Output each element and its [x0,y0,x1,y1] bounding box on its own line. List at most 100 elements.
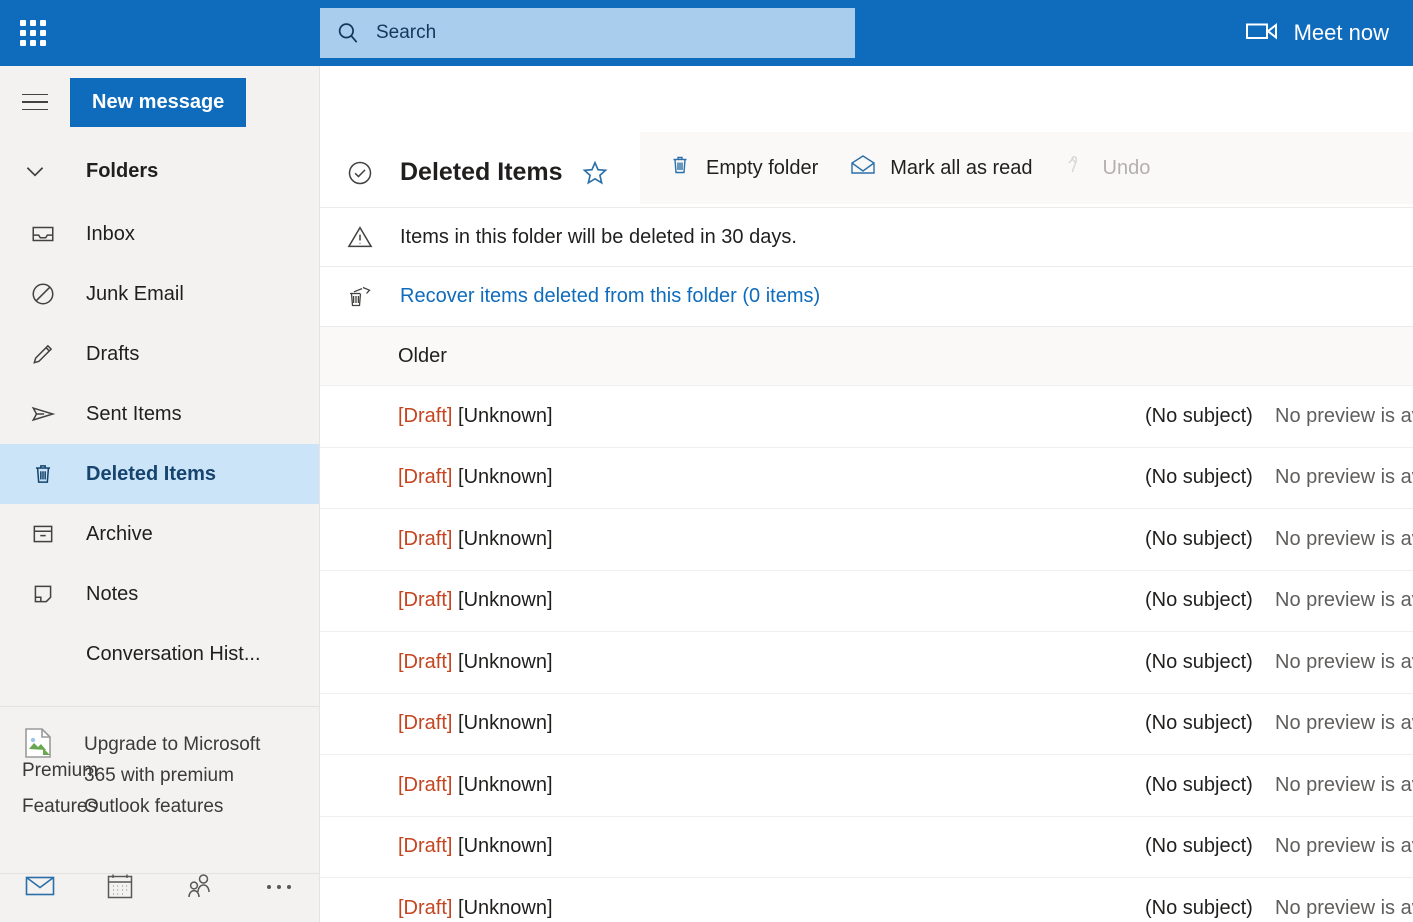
sender-name: [Unknown] [458,405,553,427]
table-row[interactable]: [Draft] [Unknown] (No subject) No previe… [320,509,1413,571]
message-preview: No preview is available. [1275,405,1413,428]
recover-trash-icon [320,283,400,311]
sidebar-item-label: Inbox [86,223,135,246]
recover-items-link[interactable]: Recover items deleted from this folder (… [400,285,820,308]
message-preview: No preview is available. [1275,589,1413,612]
new-message-button[interactable]: New message [70,78,246,127]
check-circle-icon[interactable] [320,159,400,187]
nav-calendar-button[interactable] [80,854,160,922]
sidebar-item-label: Sent Items [86,403,182,426]
new-message-row: New message [0,66,319,138]
message-preview: No preview is available. [1275,651,1413,674]
mail-icon [25,874,55,903]
message-preview: No preview is available. [1275,712,1413,735]
trash-icon [668,153,692,183]
nav-mail-button[interactable] [0,854,80,922]
sidebar-item-inbox[interactable]: Inbox [0,204,319,264]
note-icon [0,581,86,607]
sidebar-item-deleted-items[interactable]: Deleted Items [0,444,319,504]
message-subject: (No subject) [1145,651,1253,674]
table-row[interactable]: [Draft] [Unknown] (No subject) No previe… [320,386,1413,448]
table-row[interactable]: [Draft] [Unknown] (No subject) No previe… [320,755,1413,817]
table-row[interactable]: [Draft] [Unknown] (No subject) No previe… [320,878,1413,922]
undo-arrow-icon [1065,153,1089,183]
draft-badge: [Draft] [398,405,452,427]
undo-label: Undo [1103,157,1151,180]
sidebar-item-label: Deleted Items [86,463,216,486]
meet-now-button[interactable]: Meet now [1236,0,1399,66]
table-row[interactable]: [Draft] [Unknown] (No subject) No previe… [320,817,1413,879]
table-row[interactable]: [Draft] [Unknown] (No subject) No previe… [320,694,1413,756]
hamburger-menu-icon[interactable] [22,88,50,116]
search-box[interactable] [320,8,855,58]
folders-label: Folders [86,160,158,183]
warning-triangle-icon [320,223,400,251]
message-sender: [Draft] [Unknown] [398,835,553,858]
message-preview: No preview is available. [1275,528,1413,551]
message-preview: No preview is available. [1275,466,1413,489]
command-toolbar: Empty folder Mark all as read Undo [640,132,1413,204]
app-launcher-button[interactable] [0,0,66,66]
trash-icon [0,461,86,487]
page-title: Deleted Items [400,158,563,187]
retention-notice-row: Items in this folder will be deleted in … [320,208,1413,267]
folders-section-header[interactable]: Folders [0,138,319,204]
sidebar-bottom-nav [0,854,319,922]
sidebar-item-notes[interactable]: Notes [0,564,319,624]
mark-all-read-button[interactable]: Mark all as read [836,144,1046,192]
nav-more-button[interactable] [239,854,319,922]
sidebar-item-label: Drafts [86,343,139,366]
table-row[interactable]: [Draft] [Unknown] (No subject) No previe… [320,571,1413,633]
table-row[interactable]: [Draft] [Unknown] (No subject) No previe… [320,448,1413,510]
sender-name: [Unknown] [458,528,553,550]
message-subject: (No subject) [1145,835,1253,858]
empty-folder-label: Empty folder [706,157,818,180]
sidebar-item-conversation-history[interactable]: Conversation Hist... [0,624,319,684]
sender-name: [Unknown] [458,774,553,796]
message-group-header: Older [320,327,1413,386]
search-input[interactable] [376,8,855,58]
message-preview: No preview is available. [1275,835,1413,858]
sidebar-item-label: Conversation Hist... [86,643,261,666]
calendar-icon [106,872,134,905]
nav-people-button[interactable] [160,854,240,922]
ellipsis-icon [264,879,294,897]
table-row[interactable]: [Draft] [Unknown] (No subject) No previe… [320,632,1413,694]
meet-now-label: Meet now [1294,20,1389,46]
sidebar-item-archive[interactable]: Archive [0,504,319,564]
sidebar-item-label: Archive [86,523,153,546]
inbox-icon [0,221,86,247]
sender-name: [Unknown] [458,897,553,919]
group-label: Older [398,345,447,368]
message-sender: [Draft] [Unknown] [398,528,553,551]
sidebar-item-sent-items[interactable]: Sent Items [0,384,319,444]
mark-all-read-label: Mark all as read [890,157,1032,180]
message-sender: [Draft] [Unknown] [398,712,553,735]
main-pane: Empty folder Mark all as read Undo [320,66,1413,922]
send-icon [0,401,86,427]
message-sender: [Draft] [Unknown] [398,651,553,674]
pencil-icon [0,341,86,367]
message-subject: (No subject) [1145,774,1253,797]
undo-button: Undo [1051,144,1165,192]
recover-items-row[interactable]: Recover items deleted from this folder (… [320,267,1413,327]
draft-badge: [Draft] [398,528,452,550]
envelope-open-icon [850,153,876,183]
draft-badge: [Draft] [398,712,452,734]
sidebar-item-junk-email[interactable]: Junk Email [0,264,319,324]
empty-folder-button[interactable]: Empty folder [654,144,832,192]
top-header-bar: Meet now [0,0,1413,66]
star-outline-icon[interactable] [581,159,609,187]
sidebar-item-drafts[interactable]: Drafts [0,324,319,384]
retention-notice-text: Items in this folder will be deleted in … [400,226,797,249]
video-camera-icon [1246,20,1278,47]
archive-icon [0,521,86,547]
main-body: Deleted Items Items in this folder will … [320,138,1413,922]
sender-name: [Unknown] [458,589,553,611]
sender-name: [Unknown] [458,466,553,488]
draft-badge: [Draft] [398,589,452,611]
message-sender: [Draft] [Unknown] [398,589,553,612]
premium-upgrade-promo[interactable]: Premium Features Upgrade to Microsoft 36… [0,706,319,874]
waffle-grid-icon [20,20,46,46]
draft-badge: [Draft] [398,651,452,673]
